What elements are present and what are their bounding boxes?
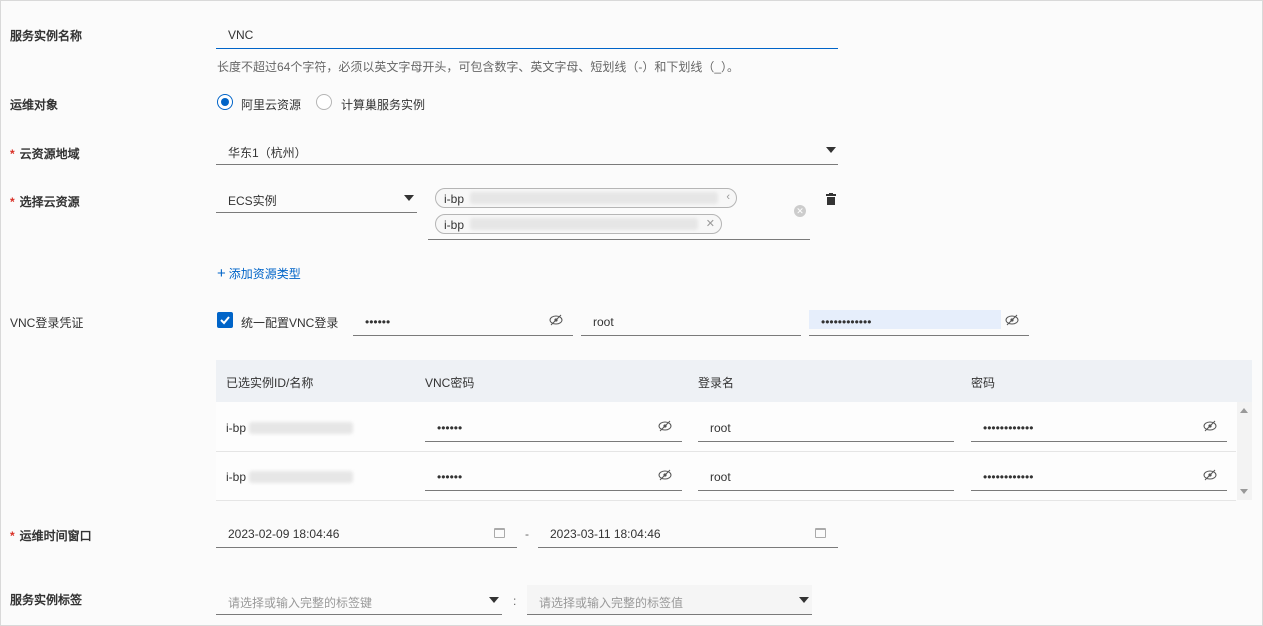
resource-tag-label: i-bp [444, 192, 465, 206]
tags-label: 服务实例标签 [10, 593, 83, 607]
row-login-name-input[interactable]: root [698, 461, 954, 491]
row-vnc-password-input[interactable]: •••••• [425, 461, 682, 491]
row-password-value: •••••••••••• [983, 421, 1034, 435]
required-mark: * [10, 147, 15, 161]
eye-off-icon[interactable] [1005, 314, 1019, 326]
radio-compute-nest-instance-label: 计算巢服务实例 [341, 98, 426, 112]
unified-config-label: 统一配置VNC登录 [241, 316, 339, 330]
column-login-name: 登录名 [698, 376, 735, 390]
tag-separator: : [513, 594, 517, 608]
tag-key-placeholder: 请选择或输入完整的标签键 [228, 596, 373, 610]
start-time-value: 2023-02-09 18:04:46 [228, 527, 340, 541]
unified-config-checkbox[interactable] [217, 312, 233, 328]
time-separator: - [525, 527, 529, 541]
eye-off-icon[interactable] [658, 420, 672, 432]
eye-off-icon[interactable] [658, 469, 672, 481]
radio-compute-nest-instance[interactable] [316, 94, 332, 110]
row-password-input[interactable]: •••••••••••• [971, 461, 1227, 491]
radio-aliyun-resource[interactable] [217, 94, 233, 110]
unified-password-input[interactable]: •••••••••••• [809, 306, 1029, 336]
eye-off-icon[interactable] [1203, 469, 1217, 481]
region-label-text: 云资源地域 [19, 147, 80, 161]
row-divider [216, 500, 1236, 501]
required-mark: * [10, 529, 15, 543]
column-vnc-password: VNC密码 [425, 376, 475, 390]
column-instance-id: 已选实例ID/名称 [226, 376, 314, 390]
service-name-help: 长度不超过64个字符，必须以英文字母开头，可包含数字、英文字母、短划线（-）和下… [217, 60, 740, 74]
table-scrollbar[interactable] [1237, 402, 1252, 500]
checkmark-icon [220, 316, 230, 325]
service-name-label: 服务实例名称 [10, 29, 83, 43]
chevron-left-icon: ‹ [726, 191, 730, 203]
unified-vnc-password-value: •••••• [365, 315, 391, 329]
time-window-label-text: 运维时间窗口 [19, 529, 92, 543]
unified-password-value: •••••••••••• [821, 315, 872, 329]
time-window-label: * 运维时间窗口 [10, 527, 92, 544]
row-vnc-password-input[interactable]: •••••• [425, 412, 682, 442]
end-time-value: 2023-03-11 18:04:46 [550, 527, 661, 541]
form-panel: 服务实例名称 VNC 长度不超过64个字符，必须以英文字母开头，可包含数字、英文… [0, 0, 1263, 626]
row-instance-id: i-bp [226, 470, 247, 484]
resource-tag[interactable]: i-bp ✕ [435, 214, 722, 234]
unified-login-name-input[interactable]: root [581, 306, 801, 336]
eye-off-icon[interactable] [1203, 420, 1217, 432]
chevron-down-icon [799, 597, 809, 603]
row-instance-id: i-bp [226, 421, 247, 435]
resource-tag[interactable]: i-bp ‹ [435, 188, 737, 208]
eye-off-icon[interactable] [549, 314, 563, 326]
redacted-text [249, 471, 353, 483]
row-vnc-password-value: •••••• [437, 470, 463, 484]
redacted-text [470, 218, 698, 230]
resource-type-select[interactable]: ECS实例 [216, 183, 417, 213]
service-name-input[interactable]: VNC [216, 19, 838, 49]
resource-type-value: ECS实例 [228, 194, 277, 208]
row-divider [216, 451, 1236, 452]
required-mark: * [10, 195, 15, 209]
close-icon[interactable]: ✕ [706, 217, 715, 230]
end-time-input[interactable]: 2023-03-11 18:04:46 [538, 518, 838, 548]
resource-tag-label: i-bp [444, 218, 465, 232]
unified-vnc-password-input[interactable]: •••••• [353, 306, 573, 336]
row-password-value: •••••••••••• [983, 470, 1034, 484]
column-password: 密码 [971, 376, 996, 390]
add-resource-type-link[interactable]: + 添加资源类型 [217, 265, 301, 282]
row-password-input[interactable]: •••••••••••• [971, 412, 1227, 442]
chevron-down-icon [489, 597, 499, 603]
resource-instance-select[interactable]: i-bp ‹ i-bp ✕ ✕ [428, 183, 810, 240]
target-label: 运维对象 [10, 98, 59, 112]
resource-label-text: 选择云资源 [19, 195, 80, 209]
tag-key-select[interactable]: 请选择或输入完整的标签键 [216, 585, 502, 615]
chevron-down-icon [404, 195, 414, 201]
region-label: * 云资源地域 [10, 145, 80, 162]
service-name-value: VNC [228, 28, 254, 42]
resource-label: * 选择云资源 [10, 193, 80, 210]
start-time-input[interactable]: 2023-02-09 18:04:46 [216, 518, 517, 548]
calendar-icon[interactable] [815, 528, 826, 538]
radio-aliyun-resource-label: 阿里云资源 [241, 98, 302, 112]
add-resource-type-text: 添加资源类型 [228, 267, 301, 281]
trash-icon[interactable] [825, 193, 837, 206]
scroll-up-icon[interactable] [1240, 408, 1248, 413]
row-login-name-value: root [710, 421, 731, 435]
unified-login-name-value: root [593, 315, 614, 329]
region-select[interactable]: 华东1（杭州） [216, 135, 838, 165]
vnc-credential-label: VNC登录凭证 [10, 316, 84, 330]
row-vnc-password-value: •••••• [437, 421, 463, 435]
instances-table-header: 已选实例ID/名称 VNC密码 登录名 密码 [216, 360, 1252, 402]
chevron-down-icon [826, 147, 836, 153]
calendar-icon[interactable] [494, 528, 505, 538]
clear-icon[interactable]: ✕ [794, 205, 806, 217]
row-login-name-input[interactable]: root [698, 412, 954, 442]
redacted-text [470, 192, 718, 204]
scroll-down-icon[interactable] [1240, 489, 1248, 494]
row-login-name-value: root [710, 470, 731, 484]
tag-value-select[interactable]: 请选择或输入完整的标签值 [527, 585, 812, 615]
plus-icon: + [217, 265, 226, 282]
region-select-value: 华东1（杭州） [228, 146, 307, 160]
redacted-text [249, 422, 353, 434]
tag-value-placeholder: 请选择或输入完整的标签值 [539, 596, 684, 610]
